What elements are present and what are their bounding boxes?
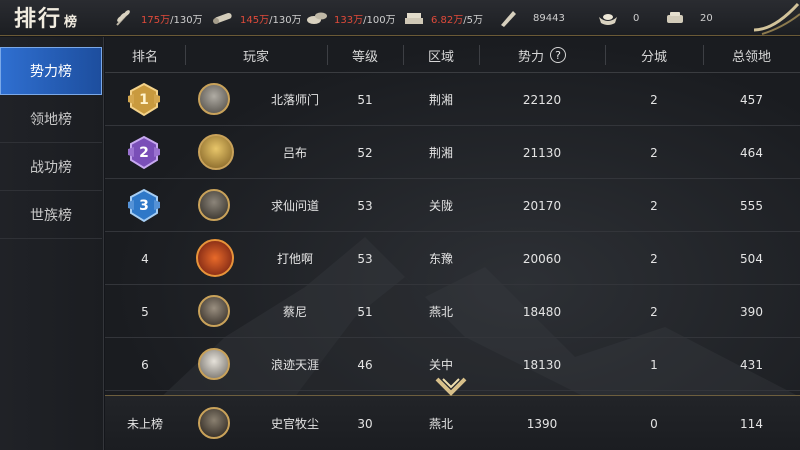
player-region: 荆湘: [428, 93, 453, 107]
avatar[interactable]: [198, 295, 230, 327]
player-territory: 464: [740, 145, 763, 160]
tab-merit-ranking[interactable]: 战功榜: [0, 143, 102, 191]
player-power: 18480: [522, 304, 562, 319]
self-region: 燕北: [428, 417, 453, 431]
iron-icon: [403, 9, 425, 27]
player-cities: 2: [650, 304, 658, 319]
table-row[interactable]: 1 北落师门 51 荆湘 22120 2 457: [105, 73, 800, 126]
avatar[interactable]: [196, 239, 234, 277]
player-power: 20170: [522, 198, 562, 213]
tab-territory-ranking[interactable]: 领地榜: [0, 95, 102, 143]
self-territory: 114: [740, 416, 763, 431]
player-territory: 555: [740, 198, 763, 213]
resource-wood[interactable]: 145万/130万: [212, 0, 302, 36]
chevron-down-icon[interactable]: [434, 376, 468, 398]
table-header: 排名 玩家 等级 区域 势力 ? 分城 总领地: [105, 37, 800, 73]
self-rank-row[interactable]: 未上榜 史官牧尘 30 燕北 1390 0 114: [105, 395, 800, 450]
rank-number: 2: [139, 144, 149, 161]
resource-copper[interactable]: 89443: [497, 0, 565, 36]
page-title: 排行 榜: [14, 6, 80, 32]
resource-wheat[interactable]: 175万/130万: [113, 0, 203, 36]
self-rank: 未上榜: [126, 417, 163, 431]
player-territory: 504: [740, 251, 763, 266]
player-territory: 457: [740, 92, 763, 107]
wheat-icon: [113, 9, 135, 27]
player-territory: 390: [740, 304, 763, 319]
player-cities: 2: [650, 251, 658, 266]
copper-coin-icon: [497, 9, 519, 27]
tab-power-ranking[interactable]: 势力榜: [0, 47, 102, 95]
sidebar: 势力榜 领地榜 战功榜 世族榜: [0, 37, 104, 450]
rank-number: 6: [141, 357, 149, 372]
resource-silver[interactable]: 20: [664, 0, 713, 36]
player-power: 20060: [522, 251, 562, 266]
player-power: 22120: [522, 92, 562, 107]
player-region: 荆湘: [428, 146, 453, 160]
table-row[interactable]: 2 吕布 52 荆湘 21130 2 464: [105, 126, 800, 179]
stone-icon: [306, 9, 328, 27]
corner-ornament: [748, 0, 800, 36]
rank-number: 1: [139, 91, 149, 108]
player-region: 关陇: [428, 199, 453, 213]
player-power: 21130: [522, 145, 562, 160]
player-cities: 2: [650, 145, 658, 160]
col-cities: 分城: [640, 49, 667, 65]
help-icon[interactable]: ?: [550, 47, 566, 63]
player-cities: 2: [650, 92, 658, 107]
player-level: 53: [357, 251, 373, 266]
col-player: 玩家: [242, 49, 269, 65]
player-level: 51: [357, 304, 373, 319]
silver-ingot-icon: [664, 9, 686, 27]
rank-number: 5: [141, 304, 149, 319]
player-level: 53: [357, 198, 373, 213]
rank-number: 4: [141, 251, 149, 266]
player-level: 52: [357, 145, 373, 160]
tab-clan-ranking[interactable]: 世族榜: [0, 191, 102, 239]
col-rank: 排名: [131, 49, 158, 65]
table-row[interactable]: 3 求仙问道 53 关陇 20170 2 555: [105, 179, 800, 232]
rank-number: 3: [139, 197, 149, 214]
ranking-table: 排名 玩家 等级 区域 势力 ? 分城 总领地 1 北落师门 51 荆湘 221…: [105, 37, 800, 450]
avatar[interactable]: [198, 189, 230, 221]
avatar[interactable]: [198, 348, 230, 380]
player-region: 燕北: [428, 305, 453, 319]
self-power: 1390: [526, 416, 558, 431]
player-level: 51: [357, 92, 373, 107]
player-cities: 2: [650, 198, 658, 213]
table-row[interactable]: 4 打他啊 53 东豫 20060 2 504: [105, 232, 800, 285]
resource-iron[interactable]: 6.82万/5万: [403, 0, 483, 36]
col-level: 等级: [351, 49, 378, 65]
player-power: 18130: [522, 357, 562, 372]
col-power: 势力 ?: [479, 37, 605, 73]
col-region: 区域: [427, 49, 454, 65]
avatar[interactable]: [198, 134, 234, 170]
avatar[interactable]: [198, 407, 230, 439]
wood-icon: [212, 9, 234, 27]
player-cities: 1: [650, 357, 658, 372]
avatar[interactable]: [198, 83, 230, 115]
gold-ingot-icon: [597, 9, 619, 27]
table-row[interactable]: 5 蔡尼 51 燕北 18480 2 390: [105, 285, 800, 338]
col-territory: 总领地: [731, 49, 771, 65]
top-resource-bar: 排行 榜 175万/130万 145万/130万 133万/100万 6.82万…: [0, 0, 800, 36]
player-territory: 431: [740, 357, 763, 372]
self-cities: 0: [650, 416, 658, 431]
resource-gold[interactable]: 0: [597, 0, 639, 36]
resource-stone[interactable]: 133万/100万: [306, 0, 396, 36]
player-region: 东豫: [428, 252, 453, 266]
player-level: 46: [357, 357, 373, 372]
self-level: 30: [357, 416, 373, 431]
